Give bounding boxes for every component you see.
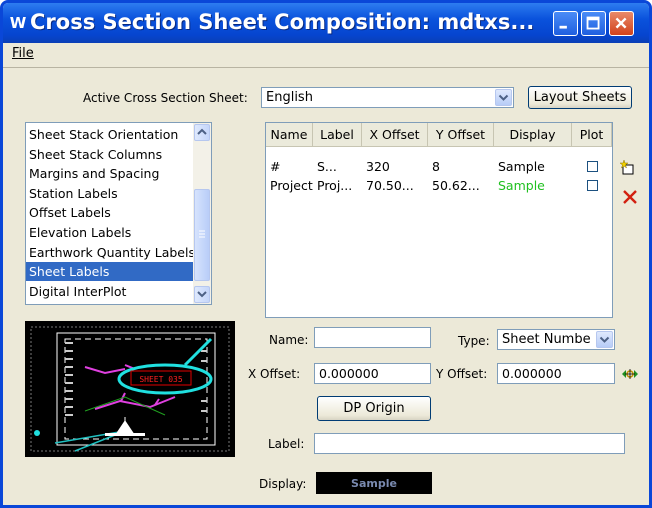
add-row-icon[interactable] (620, 159, 638, 177)
close-icon (615, 17, 627, 29)
category-item[interactable]: Sheet Stack Columns (26, 145, 193, 164)
app-icon: W (9, 14, 27, 32)
display-label: Display: (259, 477, 307, 491)
sheet-preview-drawing: SHEET 035 (30, 326, 230, 452)
dp-pick-icon[interactable] (620, 367, 640, 381)
y-offset-input[interactable]: 0.000000 (497, 363, 615, 384)
type-select[interactable]: Sheet Numbe (497, 329, 615, 350)
scroll-thumb[interactable] (194, 189, 210, 281)
category-item[interactable]: Offset Labels (26, 203, 193, 222)
preview-sheet-text: SHEET 035 (139, 375, 183, 384)
category-item[interactable]: Station Labels (26, 184, 193, 203)
y-offset-label: Y Offset: (436, 367, 488, 381)
window-title: Cross Section Sheet Composition: mdtxs..… (30, 10, 535, 34)
category-scrollbar[interactable] (193, 123, 211, 304)
category-item[interactable]: Sheet Stack Orientation (26, 125, 193, 144)
col-header-x-offset[interactable]: X Offset (362, 123, 428, 147)
category-item[interactable]: Digital InterPlot (26, 282, 193, 301)
maximize-icon (586, 16, 600, 30)
table-cell-y-offset: 8 (432, 159, 440, 174)
active-sheet-value: English (266, 90, 313, 105)
active-sheet-select[interactable]: English (261, 87, 514, 108)
table-cell-name: Project (270, 178, 313, 193)
type-value: Sheet Numbe (502, 332, 591, 347)
table-cell-x-offset: 70.50... (366, 178, 414, 193)
sheet-preview: SHEET 035 (25, 321, 235, 457)
category-item[interactable]: Elevation Labels (26, 223, 193, 242)
title-bar[interactable]: W Cross Section Sheet Composition: mdtxs… (3, 3, 649, 43)
label-field-label: Label: (268, 437, 305, 451)
labels-table[interactable]: Name Label X Offset Y Offset Display Plo… (265, 122, 613, 318)
x-offset-label: X Offset: (248, 367, 301, 381)
display-sample-swatch[interactable]: Sample (316, 472, 432, 494)
y-offset-value: 0.000000 (502, 366, 562, 381)
minimize-icon (559, 25, 567, 29)
table-cell-name: # (270, 159, 281, 174)
type-label: Type: (458, 334, 490, 348)
menu-bar: File (3, 43, 649, 68)
chevron-down-icon (197, 291, 207, 298)
category-item[interactable]: Sheet Labels (26, 262, 193, 282)
chevron-down-icon[interactable] (596, 331, 613, 348)
category-list[interactable]: Sheet Stack Orientation Sheet Stack Colum… (25, 122, 212, 305)
plot-checkbox[interactable] (587, 180, 598, 191)
table-cell-display: Sample (498, 159, 545, 174)
minimize-button[interactable] (553, 11, 578, 36)
menu-file[interactable]: File (12, 46, 34, 61)
name-label: Name: (269, 333, 309, 347)
x-offset-input[interactable]: 0.000000 (314, 363, 431, 384)
close-button[interactable] (609, 11, 634, 36)
category-item[interactable]: Margins and Spacing (26, 164, 193, 183)
table-cell-display: Sample (498, 178, 545, 193)
col-header-plot[interactable]: Plot (572, 123, 612, 147)
label-input[interactable] (314, 433, 625, 454)
scroll-up-button[interactable] (194, 124, 210, 141)
chevron-up-icon (197, 128, 207, 135)
table-cell-y-offset: 50.62... (432, 178, 480, 193)
chevron-down-icon[interactable] (495, 89, 512, 106)
maximize-button[interactable] (581, 11, 606, 36)
grip-icon (199, 230, 205, 238)
table-cell-label: S... (317, 159, 337, 174)
layout-sheets-button[interactable]: Layout Sheets (528, 86, 632, 109)
active-sheet-label: Active Cross Section Sheet: (83, 91, 248, 105)
col-header-y-offset[interactable]: Y Offset (428, 123, 494, 147)
col-header-display[interactable]: Display (494, 123, 572, 147)
name-input[interactable] (314, 327, 431, 348)
dp-origin-button[interactable]: DP Origin (317, 396, 431, 421)
table-cell-label: Proj... (317, 178, 353, 193)
dialog-window: W Cross Section Sheet Composition: mdtxs… (0, 0, 652, 508)
col-header-name[interactable]: Name (266, 123, 313, 147)
scroll-down-button[interactable] (194, 286, 210, 303)
x-offset-value: 0.000000 (319, 366, 379, 381)
table-cell-x-offset: 320 (366, 159, 390, 174)
delete-icon[interactable] (622, 189, 638, 205)
col-header-label[interactable]: Label (313, 123, 362, 147)
category-item[interactable]: Earthwork Quantity Labels (26, 243, 195, 262)
plot-checkbox[interactable] (587, 161, 598, 172)
